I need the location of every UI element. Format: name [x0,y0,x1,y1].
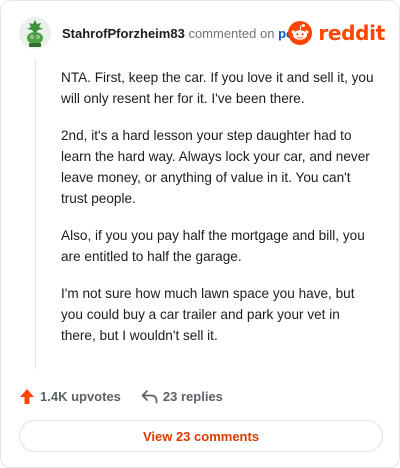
reddit-wordmark: reddit [318,21,385,45]
comment-paragraph: NTA. First, keep the car. If you love it… [61,70,374,106]
reddit-snoo-icon [288,21,313,45]
comment-body: NTA. First, keep the car. If you love it… [61,67,377,362]
comment-meta: StahrofPforzheim83 commented on post [62,26,306,41]
avatar[interactable] [19,17,51,49]
upvote-arrow-icon [20,388,34,404]
reply-count: 23 replies [162,388,223,404]
upvote-count: 1.4K upvotes [40,388,121,404]
upvote-button[interactable]: 1.4K upvotes [19,388,121,405]
comment-paragraph: 2nd, it's a hard lesson your step daught… [61,128,370,206]
reddit-logo[interactable]: reddit [288,19,385,47]
action-bar: 1.4K upvotes 23 replies [19,385,243,407]
comment-paragraph: Also, if you you pay half the mortgage a… [61,228,365,264]
thread-line[interactable] [35,59,36,369]
comment-header: StahrofPforzheim83 commented on post red… [19,17,385,49]
view-comments-button[interactable]: View 23 comments [19,420,383,452]
comment-card: StahrofPforzheim83 commented on post red… [0,0,400,468]
action-text: commented on [188,26,275,41]
reply-button[interactable]: 23 replies [141,389,223,404]
reply-arrow-icon [141,389,158,403]
comment-paragraph: I'm not sure how much lawn space you hav… [61,286,355,343]
snoo-avatar-icon [19,17,51,49]
username-link[interactable]: StahrofPforzheim83 [62,26,185,41]
